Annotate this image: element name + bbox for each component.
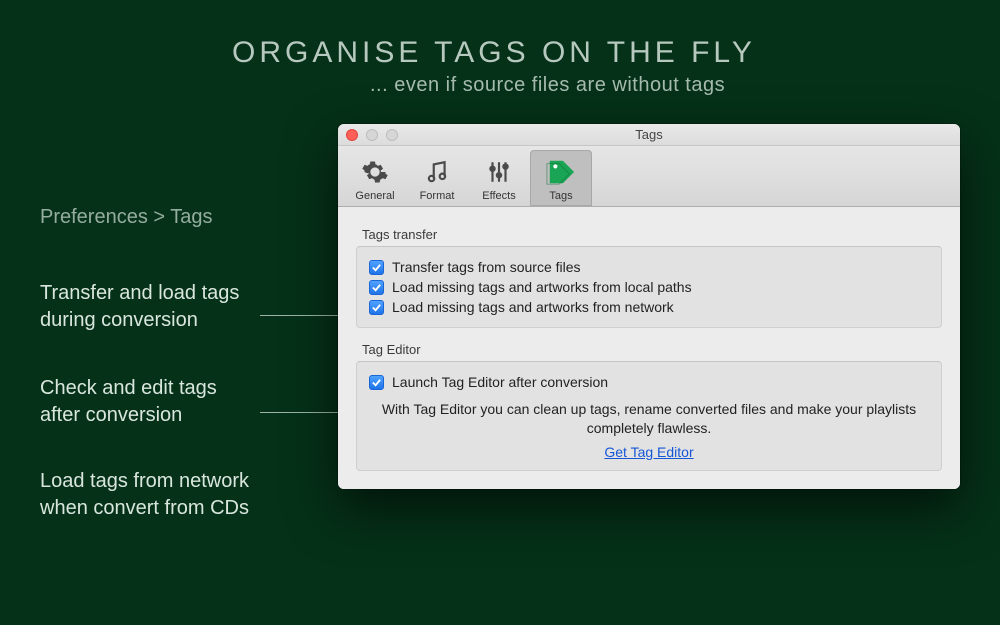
zoom-traffic-light[interactable] [386,129,398,141]
gear-icon [344,156,406,188]
option-row: Launch Tag Editor after conversion [369,372,929,392]
music-note-icon [406,156,468,188]
annotation-line: Check and edit tags [40,377,217,399]
tab-label: Format [406,190,468,202]
editor-description: With Tag Editor you can clean up tags, r… [377,400,921,438]
annotation-line: Load tags from network [40,470,249,492]
toolbar: General Format Effects Tags [338,146,960,207]
connector-line [260,412,338,413]
annotation-line: when convert from CDs [40,497,249,519]
sliders-icon [468,156,530,188]
breadcrumb: Preferences > Tags [40,204,213,231]
tab-effects[interactable]: Effects [468,150,530,206]
option-label: Launch Tag Editor after conversion [392,374,608,390]
annotation-line: after conversion [40,404,182,426]
annotation-line: Transfer and load tags [40,282,239,304]
section-editor: Launch Tag Editor after conversion With … [356,361,942,471]
option-label: Load missing tags and artworks from loca… [392,279,692,295]
tab-general[interactable]: General [344,150,406,206]
checkbox-load-local[interactable] [369,280,384,295]
minimize-traffic-light[interactable] [366,129,378,141]
checkbox-load-network[interactable] [369,300,384,315]
section-title-transfer: Tags transfer [362,227,942,242]
annotation-network: Load tags from network when convert from… [40,468,249,522]
content-pane: Tags transfer Transfer tags from source … [338,207,960,489]
subheadline: ... even if source files are without tag… [370,74,725,97]
traffic-lights [346,129,398,141]
window-title: Tags [338,127,960,142]
annotation-editor: Check and edit tags after conversion [40,375,217,429]
section-transfer: Transfer tags from source files Load mis… [356,246,942,328]
tab-label: General [344,190,406,202]
preferences-window: Tags General Format Effects Tags [338,124,960,489]
close-traffic-light[interactable] [346,129,358,141]
titlebar: Tags [338,124,960,146]
tab-format[interactable]: Format [406,150,468,206]
option-label: Transfer tags from source files [392,259,581,275]
headline: ORGANISE TAGS ON THE FLY [232,36,756,70]
option-row: Load missing tags and artworks from loca… [369,277,929,297]
option-row: Transfer tags from source files [369,257,929,277]
option-row: Load missing tags and artworks from netw… [369,297,929,317]
annotation-transfer: Transfer and load tags during conversion [40,280,239,334]
annotation-line: during conversion [40,309,198,331]
get-tag-editor-link[interactable]: Get Tag Editor [369,444,929,460]
connector-line [260,315,338,316]
checkbox-launch-editor[interactable] [369,375,384,390]
tab-tags[interactable]: Tags [530,150,592,206]
tab-label: Effects [468,190,530,202]
section-title-editor: Tag Editor [362,342,942,357]
tab-label: Tags [530,190,592,202]
tag-icon [530,156,592,188]
option-label: Load missing tags and artworks from netw… [392,299,674,315]
checkbox-transfer-source[interactable] [369,260,384,275]
